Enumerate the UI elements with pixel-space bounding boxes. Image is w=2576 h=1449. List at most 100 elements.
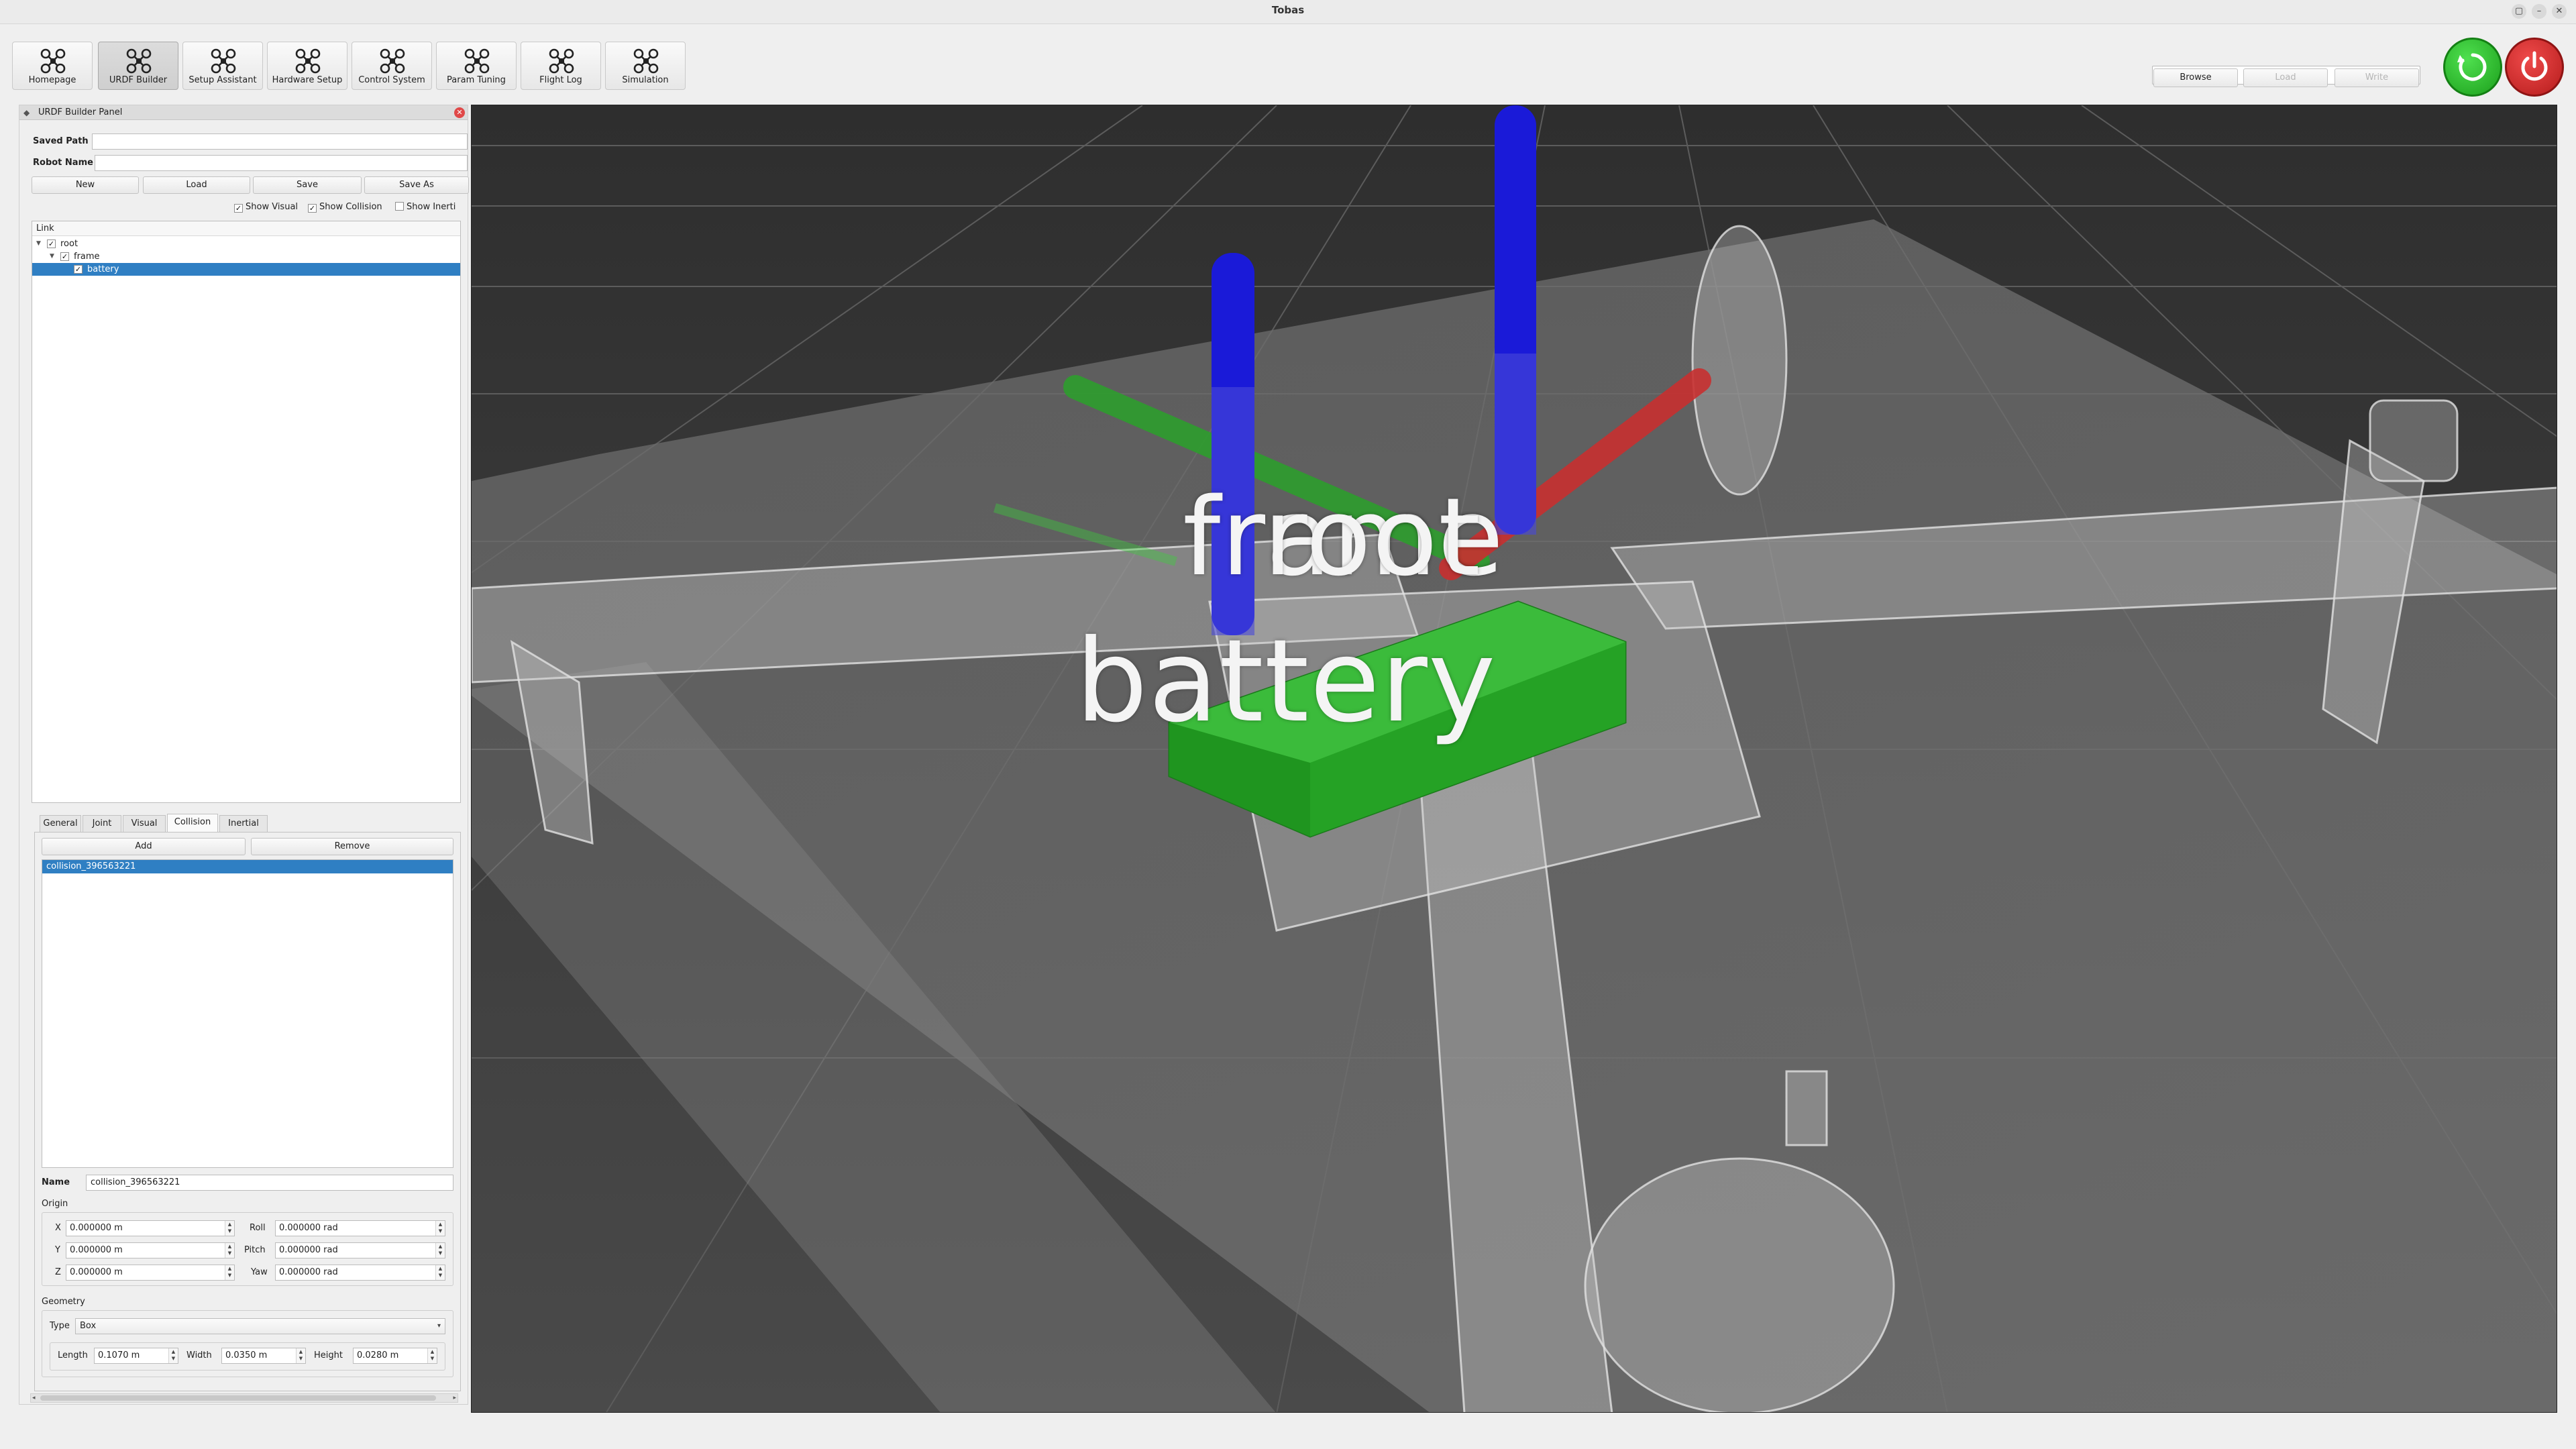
dock-icon[interactable]: ◆ — [23, 108, 33, 117]
3d-viewport[interactable]: frame root battery — [471, 105, 2557, 1413]
toolbar-button-label: Homepage — [28, 75, 76, 85]
scrollbar-thumb[interactable] — [40, 1395, 436, 1401]
list-item[interactable]: collision_396563221 — [42, 860, 453, 873]
height-value: 0.0280 m — [357, 1350, 399, 1360]
tree-item-battery[interactable]: ✓ battery — [32, 263, 460, 276]
save-button[interactable]: Save — [253, 176, 362, 194]
tab-visual[interactable]: Visual — [123, 815, 166, 833]
panel-title: ◆ URDF Builder Panel — [19, 105, 468, 120]
toolbar-button-urdf-builder[interactable]: URDF Builder — [98, 42, 178, 90]
geometry-label: Geometry — [42, 1297, 85, 1307]
tree-item-root[interactable]: ▼ ✓ root — [32, 237, 460, 250]
width-stepper[interactable]: 0.0350 m ▲ ▼ — [221, 1348, 306, 1364]
toolbar-button-homepage[interactable]: Homepage — [12, 42, 93, 90]
origin-label: Origin — [42, 1199, 68, 1209]
toolbar-button-label: Hardware Setup — [272, 75, 343, 85]
stepper-arrows-icon[interactable]: ▲ ▼ — [435, 1243, 445, 1258]
show-visual-checkbox[interactable]: ✓ Show Visual — [234, 202, 298, 213]
toolbar-button-control-system[interactable]: Control System — [352, 42, 432, 90]
show-collision-checkbox[interactable]: ✓ Show Collision — [308, 202, 382, 213]
collision-name-label: Name — [42, 1177, 70, 1187]
length-stepper[interactable]: 0.1070 m ▲ ▼ — [94, 1348, 178, 1364]
collapse-arrow-icon[interactable]: ▼ — [50, 250, 54, 263]
scroll-left-icon[interactable]: ◂ — [32, 1394, 36, 1402]
remove-collision-button[interactable]: Remove — [251, 838, 453, 855]
origin-z-stepper[interactable]: 0.000000 m ▲ ▼ — [66, 1265, 235, 1281]
new-button[interactable]: New — [32, 176, 139, 194]
power-button[interactable] — [2505, 38, 2564, 97]
chevron-down-icon: ▾ — [437, 1322, 441, 1330]
toolbar-button-flight-log[interactable]: Flight Log — [521, 42, 601, 90]
show-visual-check[interactable]: ✓ — [234, 204, 243, 213]
main-toolbar: Homepage URDF Builder Setup Assistant Hardw… — [0, 24, 2576, 98]
show-inertia-checkbox[interactable]: Show Inerti — [395, 202, 468, 212]
geometry-type-select[interactable]: Box ▾ — [75, 1318, 445, 1334]
tab-joint[interactable]: Joint — [83, 815, 121, 833]
height-stepper[interactable]: 0.0280 m ▲ ▼ — [353, 1348, 437, 1364]
panel-horizontal-scrollbar[interactable]: ◂ ▸ — [30, 1393, 458, 1403]
tab-general[interactable]: General — [40, 815, 81, 833]
tree-check-root[interactable]: ✓ — [47, 239, 56, 248]
window-titlebar: Tobas – – ▢ ✕ — [0, 0, 2576, 24]
write-button[interactable]: Write — [2334, 68, 2419, 87]
toolbar-button-simulation[interactable]: Simulation — [605, 42, 686, 90]
toolbar-button-label: Simulation — [622, 75, 669, 85]
origin-yaw-stepper[interactable]: 0.000000 rad ▲ ▼ — [275, 1265, 445, 1281]
stepper-arrows-icon[interactable]: ▲ ▼ — [435, 1221, 445, 1236]
restart-button[interactable] — [2443, 38, 2502, 97]
scene-render — [472, 105, 2557, 1412]
tree-label-root: root — [60, 239, 78, 249]
tab-collision[interactable]: Collision — [167, 814, 218, 833]
stepper-arrows-icon[interactable]: ▲ ▼ — [225, 1265, 234, 1280]
load-button[interactable]: Load — [2243, 68, 2328, 87]
drone-icon — [549, 48, 574, 74]
link-tree[interactable]: Link ▼ ✓ root ▼ ✓ frame ✓ battery — [32, 221, 461, 803]
saved-path-field[interactable] — [92, 133, 468, 150]
close-icon[interactable]: ✕ — [2552, 4, 2567, 19]
panel-close-icon[interactable]: ✕ — [454, 107, 465, 118]
scroll-right-icon[interactable]: ▸ — [453, 1394, 456, 1402]
toolbar-button-setup-assistant[interactable]: Setup Assistant — [182, 42, 263, 90]
stepper-arrows-icon[interactable]: ▲ ▼ — [435, 1265, 445, 1280]
drone-icon — [211, 48, 236, 74]
robot-name-field[interactable] — [95, 155, 468, 171]
stepper-arrows-icon[interactable]: ▲ ▼ — [225, 1243, 234, 1258]
toolbar-button-param-tuning[interactable]: Param Tuning — [436, 42, 517, 90]
save-as-button[interactable]: Save As — [364, 176, 469, 194]
urdf-builder-panel: ◆ URDF Builder Panel ✕ Saved Path Robot … — [19, 105, 469, 1405]
drone-icon — [126, 48, 152, 74]
toolbar-button-label: Control System — [358, 75, 425, 85]
show-visual-label: Show Visual — [246, 202, 299, 212]
origin-pitch-stepper[interactable]: 0.000000 rad ▲ ▼ — [275, 1242, 445, 1258]
tree-check-battery[interactable]: ✓ — [74, 265, 83, 274]
collision-name-field[interactable]: collision_396563221 — [86, 1175, 453, 1191]
add-collision-button[interactable]: Add — [42, 838, 246, 855]
origin-x-stepper[interactable]: 0.000000 m ▲ ▼ — [66, 1220, 235, 1236]
browse-button[interactable]: Browse — [2153, 68, 2238, 87]
load-urdf-button[interactable]: Load — [143, 176, 250, 194]
height-label: Height — [314, 1350, 343, 1360]
collapse-arrow-icon[interactable]: ▼ — [36, 237, 41, 250]
collision-list[interactable]: collision_396563221 — [42, 859, 453, 1168]
tree-item-frame[interactable]: ▼ ✓ frame — [32, 250, 460, 263]
power-icon — [2521, 51, 2548, 81]
stepper-arrows-icon[interactable]: ▲ ▼ — [225, 1221, 234, 1236]
origin-y-stepper[interactable]: 0.000000 m ▲ ▼ — [66, 1242, 235, 1258]
show-collision-check[interactable]: ✓ — [308, 204, 317, 213]
show-inertia-check[interactable] — [395, 202, 404, 211]
tab-inertial[interactable]: Inertial — [219, 815, 268, 833]
stepper-arrows-icon[interactable]: ▲ ▼ — [427, 1348, 437, 1363]
maximize-icon[interactable]: ▢ — [2512, 4, 2526, 19]
stepper-arrows-icon[interactable]: ▲ ▼ — [168, 1348, 178, 1363]
origin-yaw-value: 0.000000 rad — [279, 1267, 338, 1277]
origin-roll-stepper[interactable]: 0.000000 rad ▲ ▼ — [275, 1220, 445, 1236]
pitch-label: Pitch — [244, 1245, 266, 1255]
stepper-arrows-icon[interactable]: ▲ ▼ — [296, 1348, 305, 1363]
origin-pitch-value: 0.000000 rad — [279, 1245, 338, 1255]
tree-check-frame[interactable]: ✓ — [60, 252, 69, 261]
toolbar-button-hardware-setup[interactable]: Hardware Setup — [267, 42, 347, 90]
minimize-button[interactable]: – — [2532, 4, 2546, 19]
length-value: 0.1070 m — [98, 1350, 140, 1360]
toolbar-button-label: Setup Assistant — [189, 75, 257, 85]
saved-path-label: Saved Path — [33, 136, 89, 146]
